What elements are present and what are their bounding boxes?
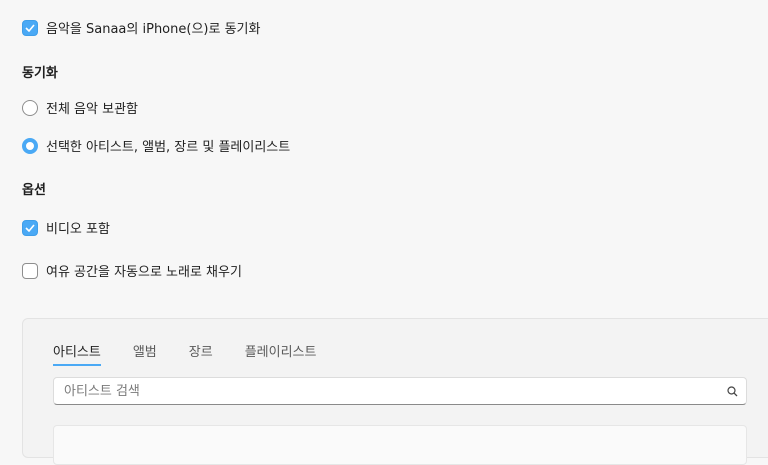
autofill-label: 여유 공간을 자동으로 노래로 채우기 bbox=[46, 265, 242, 280]
checkmark-icon bbox=[25, 223, 35, 232]
tab-albums[interactable]: 앨범 bbox=[133, 341, 157, 366]
radio-entire-library-label: 전체 음악 보관함 bbox=[46, 102, 138, 117]
radio-entire-library[interactable]: 전체 음악 보관함 bbox=[22, 98, 138, 117]
radio-selected-items[interactable]: 선택한 아티스트, 앨범, 장르 및 플레이리스트 bbox=[22, 136, 290, 155]
autofill-option[interactable]: 여유 공간을 자동으로 노래로 채우기 bbox=[22, 261, 242, 280]
options-heading: 옵션 bbox=[22, 183, 46, 198]
sync-music-checkbox[interactable] bbox=[22, 19, 38, 36]
selection-panel: 아티스트 앨범 장르 플레이리스트 bbox=[22, 318, 768, 465]
search-box bbox=[53, 377, 747, 405]
checkmark-icon bbox=[25, 23, 35, 32]
search-icon[interactable] bbox=[718, 378, 746, 404]
artist-list bbox=[53, 425, 747, 465]
include-videos-label: 비디오 포함 bbox=[46, 222, 110, 237]
sync-heading: 동기화 bbox=[22, 66, 58, 81]
search-input[interactable] bbox=[54, 383, 718, 399]
autofill-checkbox[interactable] bbox=[22, 262, 38, 279]
radio-entire-library-button[interactable] bbox=[22, 99, 38, 116]
tab-artists[interactable]: 아티스트 bbox=[53, 341, 101, 366]
include-videos-option[interactable]: 비디오 포함 bbox=[22, 218, 110, 237]
include-videos-checkbox[interactable] bbox=[22, 219, 38, 236]
sync-music-label: 음악을 Sanaa의 iPhone(으)로 동기화 bbox=[46, 22, 261, 37]
tab-playlists[interactable]: 플레이리스트 bbox=[245, 341, 317, 366]
tab-genres[interactable]: 장르 bbox=[189, 341, 213, 366]
sync-music-option[interactable]: 음악을 Sanaa의 iPhone(으)로 동기화 bbox=[22, 18, 260, 37]
tab-bar: 아티스트 앨범 장르 플레이리스트 bbox=[53, 341, 348, 366]
radio-selected-items-button[interactable] bbox=[22, 137, 38, 154]
radio-selected-items-label: 선택한 아티스트, 앨범, 장르 및 플레이리스트 bbox=[46, 140, 291, 155]
